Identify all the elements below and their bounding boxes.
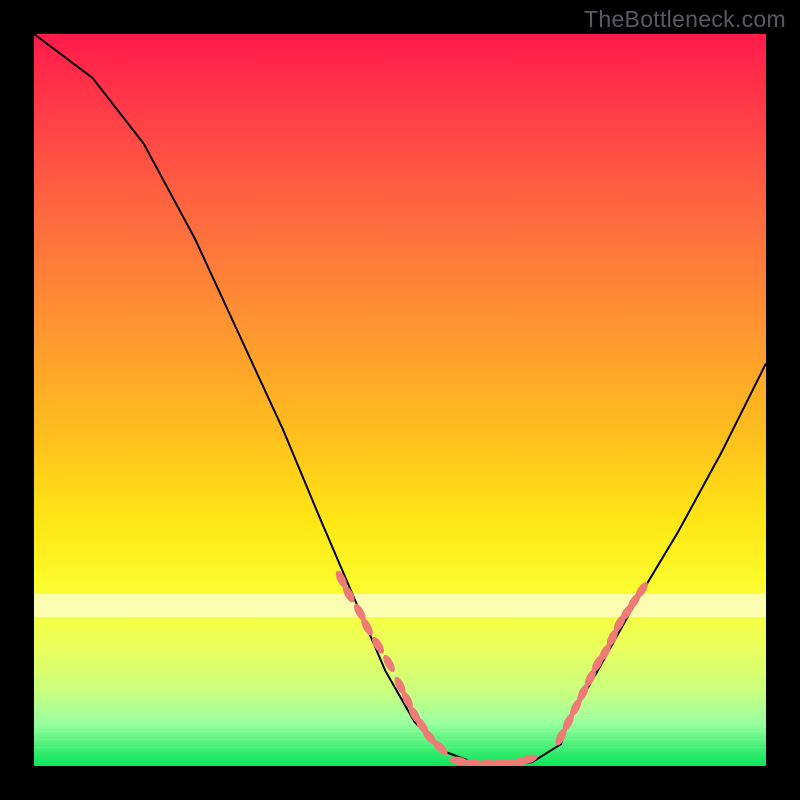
main-curve [34, 34, 766, 766]
accent-right [553, 580, 650, 747]
accent-bottom [449, 753, 539, 766]
watermark-text: TheBottleneck.com [584, 6, 786, 33]
plot-area [34, 34, 766, 766]
accent-left [334, 569, 450, 757]
chart-svg [34, 34, 766, 766]
chart-frame: TheBottleneck.com [0, 0, 800, 800]
